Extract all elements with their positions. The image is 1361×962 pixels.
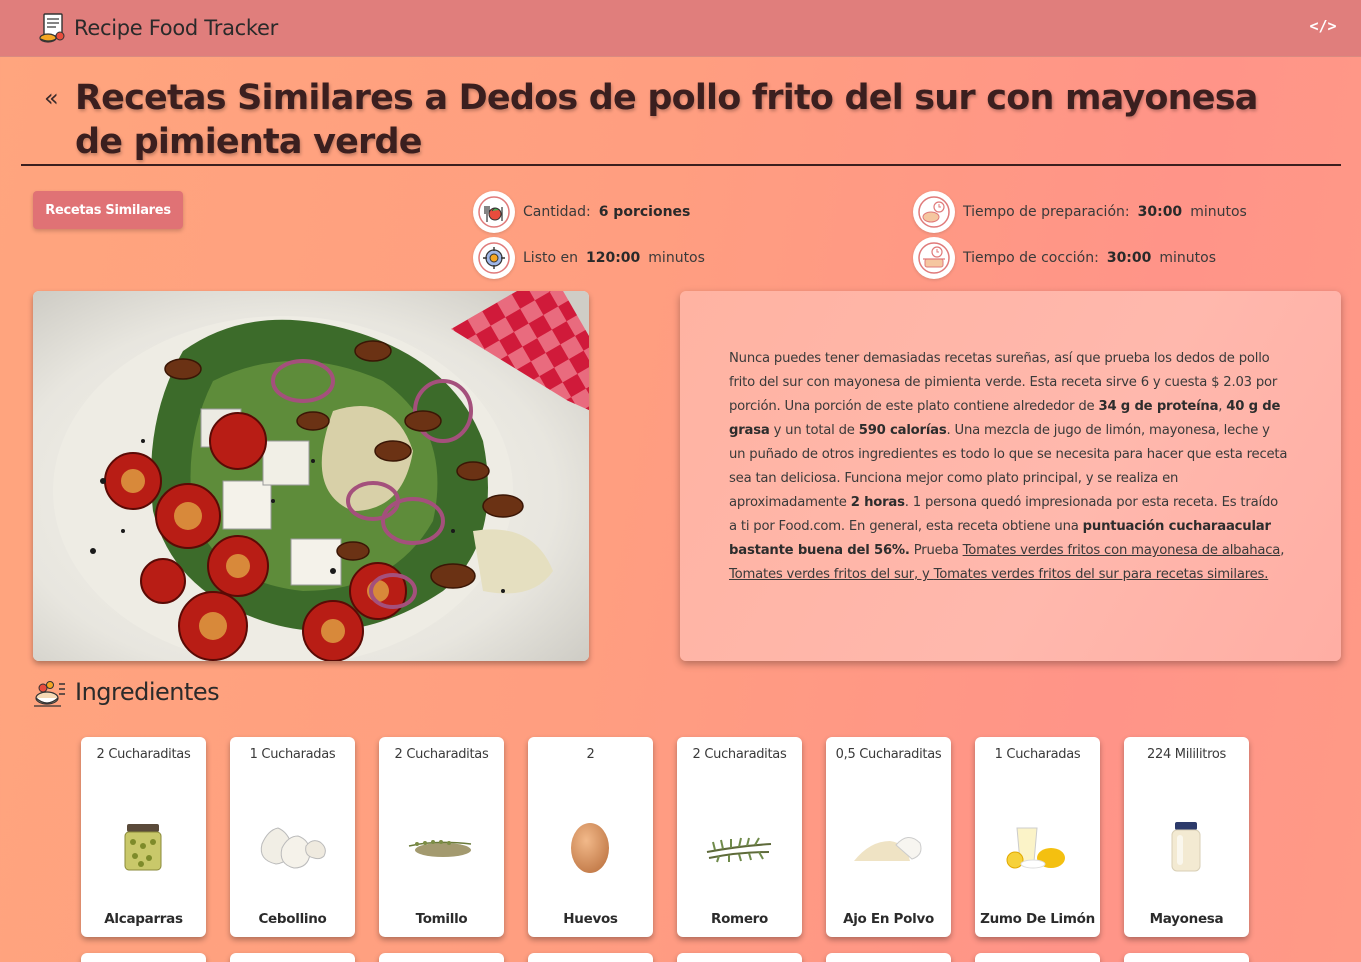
- ingredient-amount: 1 Cucharadas: [994, 747, 1081, 762]
- ingredient-amount: 224 Mililitros: [1147, 747, 1226, 762]
- protein-value: 34 g de proteína: [1098, 399, 1219, 414]
- lemon-juice-icon: [997, 815, 1077, 879]
- cook-time-label: Tiempo de cocción:: [963, 250, 1099, 266]
- top-navbar: Recipe Food Tracker </>: [0, 0, 1361, 57]
- summary-card: Nunca puedes tener demasiadas recetas su…: [680, 291, 1341, 661]
- ingredient-card[interactable]: 2 Cucharaditas Tomillo: [379, 737, 504, 937]
- back-button[interactable]: «: [44, 84, 59, 112]
- cook-time-value: 30:00: [1106, 250, 1152, 266]
- ready-in-value: 120:00: [585, 250, 641, 266]
- recipe-photo: [33, 291, 589, 661]
- title-divider: [21, 164, 1341, 166]
- time-value: 2 horas: [850, 495, 905, 510]
- ingredient-name: Mayonesa: [1149, 911, 1224, 927]
- mayonnaise-jar-icon: [1146, 815, 1226, 879]
- stat-cook-time: Tiempo de cocción: 30:00 minutos: [913, 237, 1216, 279]
- ingredient-card-partial[interactable]: [975, 953, 1100, 962]
- ingredient-card[interactable]: 2 Cucharaditas Alcaparras: [81, 737, 206, 937]
- ingredient-card[interactable]: 1 Cucharadas Cebollino: [230, 737, 355, 937]
- ingredient-card[interactable]: 2 Cucharaditas Romero: [677, 737, 802, 937]
- ingredients-icon: [34, 681, 65, 707]
- similar-recipe-link-2[interactable]: Tomates verdes fritos del sur: [729, 567, 914, 582]
- thyme-icon: [401, 815, 481, 879]
- brand[interactable]: Recipe Food Tracker: [38, 12, 278, 44]
- prep-time-value: 30:00: [1137, 204, 1183, 220]
- ingredient-amount: 2: [586, 747, 595, 762]
- ingredient-card-partial[interactable]: [1124, 953, 1249, 962]
- garlic-powder-icon: [848, 815, 928, 879]
- servings-icon: [473, 191, 515, 233]
- ingredient-card-partial[interactable]: [379, 953, 504, 962]
- ingredient-card-partial[interactable]: [230, 953, 355, 962]
- calories-value: 590 calorías: [858, 423, 947, 438]
- app-title: Recipe Food Tracker: [74, 16, 278, 40]
- ingredient-amount: 1 Cucharadas: [249, 747, 336, 762]
- stat-servings: Cantidad: 6 porciones: [473, 191, 698, 233]
- ingredient-name: Cebollino: [258, 911, 327, 927]
- ingredients-heading: Ingredientes: [33, 676, 220, 708]
- ingredient-card-partial[interactable]: [528, 953, 653, 962]
- code-icon[interactable]: </>: [1309, 14, 1336, 38]
- ingredient-card-partial[interactable]: [81, 953, 206, 962]
- ingredient-amount: 2 Cucharaditas: [692, 747, 787, 762]
- ingredient-amount: 2 Cucharaditas: [96, 747, 191, 762]
- ingredient-card[interactable]: 0,5 Cucharaditas Ajo En Polvo: [826, 737, 951, 937]
- ingredient-card-partial[interactable]: [826, 953, 951, 962]
- ingredient-card-partial[interactable]: [677, 953, 802, 962]
- ingredient-card[interactable]: 224 Mililitros Mayonesa: [1124, 737, 1249, 937]
- stat-prep-time: Tiempo de preparación: 30:00 minutos: [913, 191, 1247, 233]
- ready-in-icon: [473, 237, 515, 279]
- ingredient-amount: 0,5 Cucharaditas: [835, 747, 942, 762]
- ingredient-name: Tomillo: [415, 911, 468, 927]
- ingredient-name: Zumo De Limón: [980, 911, 1095, 927]
- similar-recipes-button[interactable]: Recetas Similares: [33, 191, 183, 229]
- cook-time-unit: minutos: [1159, 250, 1217, 266]
- recipe-logo-icon: [39, 13, 65, 43]
- rosemary-icon: [699, 815, 779, 879]
- cook-time-icon: [913, 237, 955, 279]
- page-title: Recetas Similares a Dedos de pollo frito…: [75, 78, 1258, 162]
- stat-ready-in: Listo en 120:00 minutos: [473, 237, 705, 279]
- ingredient-name: Ajo En Polvo: [843, 911, 934, 927]
- ingredient-card[interactable]: 2 Huevos: [528, 737, 653, 937]
- ingredient-card[interactable]: 1 Cucharadas Zumo De Limón: [975, 737, 1100, 937]
- similar-recipe-link-3[interactable]: Tomates verdes fritos del sur para recet…: [934, 567, 1269, 582]
- prep-time-unit: minutos: [1190, 204, 1247, 220]
- garlic-icon: [252, 815, 332, 879]
- servings-value: 6 porciones: [598, 204, 691, 220]
- ingredient-name: Huevos: [563, 911, 618, 927]
- egg-icon: [550, 815, 630, 879]
- ingredient-name: Romero: [710, 911, 769, 927]
- prep-time-label: Tiempo de preparación:: [963, 204, 1130, 220]
- summary-text: Nunca puedes tener demasiadas recetas su…: [729, 351, 1288, 582]
- ingredient-amount: 2 Cucharaditas: [394, 747, 489, 762]
- ready-in-label: Listo en: [523, 250, 578, 266]
- capers-jar-icon: [103, 815, 183, 879]
- prep-time-icon: [913, 191, 955, 233]
- ready-in-unit: minutos: [648, 250, 705, 266]
- ingredient-name: Alcaparras: [104, 911, 183, 927]
- ingredients-title: Ingredientes: [75, 678, 220, 706]
- servings-label: Cantidad:: [523, 204, 591, 220]
- similar-recipe-link-1[interactable]: Tomates verdes fritos con mayonesa de al…: [963, 543, 1281, 558]
